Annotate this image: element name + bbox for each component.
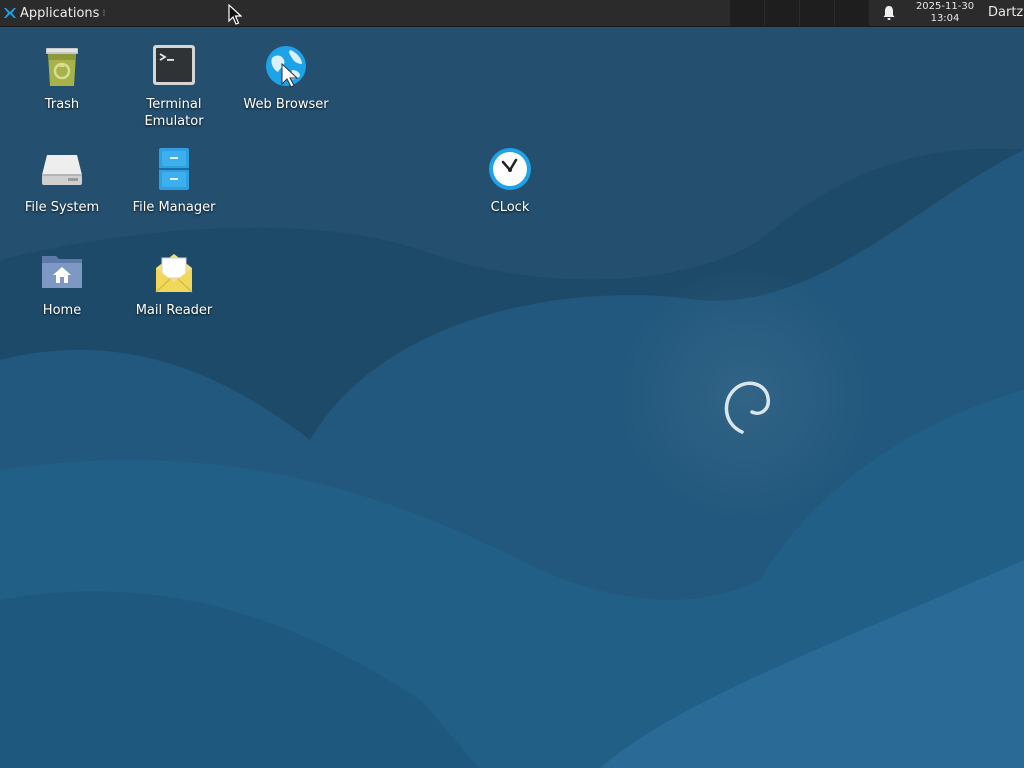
home-folder-icon	[42, 256, 82, 288]
bell-icon[interactable]	[880, 4, 898, 22]
desktop-icon-web-browser[interactable]: Web Browser	[230, 42, 342, 113]
desktop-icon-label: Mail Reader	[135, 303, 213, 318]
desktop-icon-home[interactable]: Home	[6, 248, 118, 319]
desktop-icon-terminal[interactable]: Terminal Emulator	[118, 42, 230, 130]
desktop-icon-label: Web Browser	[243, 97, 329, 112]
desktop-icon-label: CLock	[490, 200, 530, 215]
applications-menu-button[interactable]: Applications ⁝	[2, 0, 106, 26]
desktop-icon-trash[interactable]: Trash	[6, 42, 118, 113]
workspace-2[interactable]	[765, 0, 800, 26]
workspace-4[interactable]	[835, 0, 869, 26]
trash-icon	[46, 48, 78, 86]
desktop: Applications ⁝ 2025-11-30 13:04 Dartz Tr…	[0, 0, 1024, 768]
panel-time: 13:04	[930, 13, 960, 24]
desktop-icon-label: Home	[42, 303, 82, 318]
web-browser-icon	[266, 46, 306, 88]
panel-date: 2025-11-30	[915, 1, 975, 12]
desktop-icon-mail-reader[interactable]: Mail Reader	[118, 248, 230, 319]
applications-logo-icon	[4, 8, 16, 18]
top-panel: Applications ⁝ 2025-11-30 13:04 Dartz	[0, 0, 1024, 27]
desktop-icon-clock[interactable]: CLock	[454, 145, 566, 216]
workspace-3[interactable]	[800, 0, 835, 26]
user-menu[interactable]: Dartz	[988, 0, 1023, 26]
desktop-icon-label: File System	[24, 200, 100, 215]
panel-clock[interactable]: 2025-11-30 13:04	[906, 1, 984, 25]
workspace-switcher[interactable]	[730, 0, 869, 26]
mail-icon	[155, 254, 193, 293]
terminal-icon	[153, 45, 195, 85]
desktop-icon-label: File Manager	[132, 200, 216, 215]
desktop-icon-file-system[interactable]: File System	[6, 145, 118, 216]
drive-icon	[42, 155, 82, 185]
desktop-icon-file-manager[interactable]: File Manager	[118, 145, 230, 216]
workspace-1[interactable]	[730, 0, 765, 26]
mouse-pointer-icon	[228, 4, 242, 25]
applications-menu-label: Applications	[20, 5, 100, 21]
desktop-icon-label: Terminal Emulator	[144, 97, 204, 129]
desktop-icon-label: Trash	[44, 97, 80, 112]
clock-icon	[489, 148, 531, 190]
panel-handle-icon: ⁝	[102, 7, 106, 19]
file-cabinet-icon	[159, 148, 189, 190]
